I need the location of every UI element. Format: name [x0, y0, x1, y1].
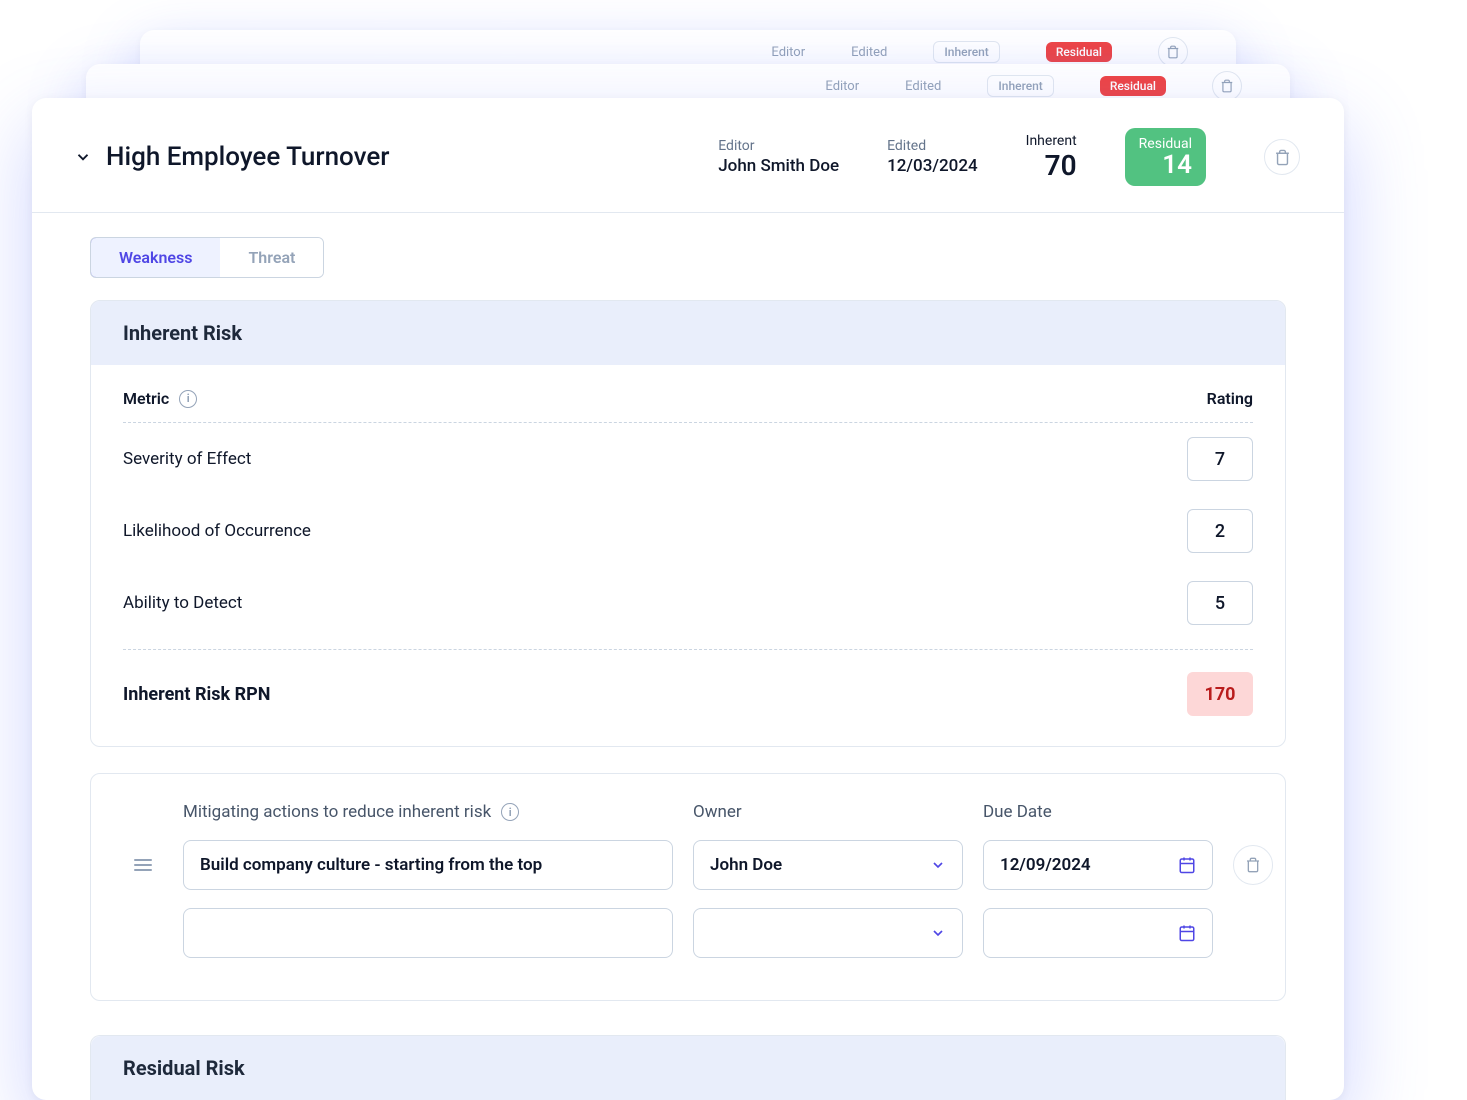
bg2-edited-label: Edited	[905, 79, 941, 94]
main-card: High Employee Turnover Editor John Smith…	[32, 98, 1344, 1100]
card-body: Weakness Threat Inherent Risk Metric i R…	[32, 213, 1344, 1100]
metric-row-severity: Severity of Effect 7	[123, 423, 1253, 495]
residual-badge: Residual 14	[1125, 128, 1206, 186]
rpn-label: Inherent Risk RPN	[123, 684, 270, 705]
bg2-editor-label: Editor	[825, 79, 859, 94]
actions-column-header: Mitigating actions to reduce inherent ri…	[183, 802, 673, 822]
inherent-value: 70	[1026, 149, 1077, 182]
actions-info-icon[interactable]: i	[501, 803, 519, 821]
severity-rating-input[interactable]: 7	[1187, 437, 1253, 481]
drag-handle-icon[interactable]	[123, 859, 163, 871]
tab-group: Weakness Threat	[90, 237, 324, 278]
bg1-trash-icon	[1158, 37, 1188, 67]
inherent-label: Inherent	[1026, 133, 1077, 149]
bg1-residual-pill: Residual	[1046, 42, 1112, 62]
rpn-row: Inherent Risk RPN 170	[123, 650, 1253, 716]
delete-risk-button[interactable]	[1264, 139, 1300, 175]
owner-column-header: Owner	[693, 802, 963, 822]
metric-info-icon[interactable]: i	[179, 390, 197, 408]
calendar-icon	[1178, 856, 1196, 874]
collapse-toggle[interactable]	[74, 148, 92, 166]
rpn-value: 170	[1187, 672, 1253, 716]
actions-column-label: Mitigating actions to reduce inherent ri…	[183, 802, 491, 822]
residual-value: 14	[1139, 152, 1192, 178]
duedate-input-1[interactable]: 12/09/2024	[983, 840, 1213, 890]
tab-threat[interactable]: Threat	[220, 238, 323, 277]
likelihood-rating-input[interactable]: 2	[1187, 509, 1253, 553]
action-input-1[interactable]: Build company culture - starting from th…	[183, 840, 673, 890]
risk-title: High Employee Turnover	[106, 142, 389, 172]
metric-name: Likelihood of Occurrence	[123, 521, 311, 541]
owner-select-1[interactable]: John Doe	[693, 840, 963, 890]
bg1-inherent-pill: Inherent	[933, 41, 999, 63]
owner-value-1: John Doe	[710, 855, 782, 875]
bg2-trash-icon	[1212, 71, 1242, 101]
editor-label: Editor	[718, 138, 839, 154]
delete-action-row-1[interactable]	[1233, 845, 1273, 885]
editor-meta: Editor John Smith Doe	[718, 138, 839, 176]
metric-column-label: Metric	[123, 389, 169, 408]
bg1-editor-label: Editor	[771, 45, 805, 60]
detect-rating-input[interactable]: 5	[1187, 581, 1253, 625]
tab-weakness[interactable]: Weakness	[90, 237, 221, 278]
bg2-inherent-pill: Inherent	[987, 75, 1053, 97]
rating-column-label: Rating	[1207, 389, 1253, 408]
residual-risk-panel: Residual Risk	[90, 1035, 1286, 1100]
edited-value: 12/03/2024	[887, 156, 978, 176]
metric-row-detect: Ability to Detect 5	[123, 567, 1253, 639]
edited-label: Edited	[887, 138, 978, 154]
edited-meta: Edited 12/03/2024	[887, 138, 978, 176]
chevron-down-icon	[930, 925, 946, 941]
action-input-2[interactable]	[183, 908, 673, 958]
inherent-risk-header: Inherent Risk	[91, 301, 1285, 365]
bg1-edited-label: Edited	[851, 45, 887, 60]
duedate-value-1: 12/09/2024	[1000, 855, 1091, 875]
bg2-residual-pill: Residual	[1100, 76, 1166, 96]
duedate-column-header: Due Date	[983, 802, 1213, 822]
inherent-meta: Inherent 70	[1026, 133, 1077, 182]
chevron-down-icon	[930, 857, 946, 873]
metric-name: Ability to Detect	[123, 593, 242, 613]
card-header: High Employee Turnover Editor John Smith…	[32, 98, 1344, 213]
inherent-risk-panel: Inherent Risk Metric i Rating Severity o…	[90, 300, 1286, 747]
metric-name: Severity of Effect	[123, 449, 251, 469]
owner-select-2[interactable]	[693, 908, 963, 958]
calendar-icon	[1178, 924, 1196, 942]
duedate-input-2[interactable]	[983, 908, 1213, 958]
mitigating-actions-panel: Mitigating actions to reduce inherent ri…	[90, 773, 1286, 1001]
editor-value: John Smith Doe	[718, 156, 839, 176]
metric-row-likelihood: Likelihood of Occurrence 2	[123, 495, 1253, 567]
residual-risk-header: Residual Risk	[91, 1036, 1285, 1100]
